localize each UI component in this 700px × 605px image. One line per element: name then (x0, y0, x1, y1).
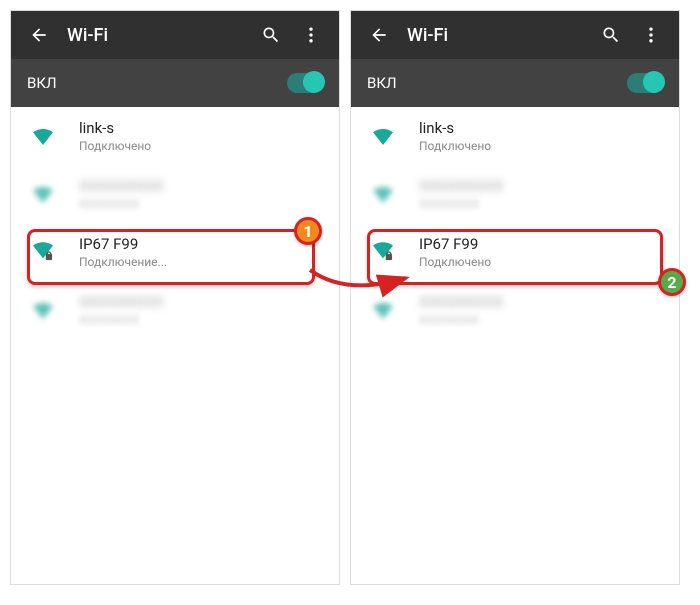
wifi-network-item[interactable]: XXXXXXXXX XXXXXXXX (11, 281, 339, 339)
network-name: IP67 F99 (419, 235, 663, 253)
toggle-label: ВКЛ (27, 74, 57, 92)
network-status: XXXXXXXX (79, 313, 323, 327)
wifi-switch[interactable] (627, 73, 663, 93)
wifi-network-list: link-s Подключено XXXXXXXXX XXXXXXXX I (11, 107, 339, 584)
back-icon[interactable] (359, 15, 399, 55)
wifi-signal-lock-icon (27, 242, 59, 262)
wifi-network-item[interactable]: link-s Подключено (11, 107, 339, 165)
phone-screen-left: Wi-Fi ВКЛ link-s Подключено (10, 10, 340, 585)
wifi-signal-icon (367, 185, 399, 203)
wifi-network-list: link-s Подключено XXXXXXXXX XXXXXXXX I (351, 107, 679, 584)
page-title: Wi-Fi (59, 25, 251, 46)
wifi-toggle-row[interactable]: ВКЛ (11, 59, 339, 107)
toolbar: Wi-Fi (351, 11, 679, 59)
wifi-toggle-row[interactable]: ВКЛ (351, 59, 679, 107)
network-name: link-s (79, 119, 323, 137)
network-status: Подключение... (79, 255, 323, 269)
search-icon[interactable] (251, 15, 291, 55)
wifi-signal-icon (27, 127, 59, 145)
annotation-callout-1: 1 (294, 217, 322, 245)
network-status: XXXXXXXX (419, 197, 663, 211)
phone-screen-right: Wi-Fi ВКЛ link-s Подключено (350, 10, 680, 585)
wifi-network-item-highlighted[interactable]: IP67 F99 Подключено (351, 223, 679, 281)
toggle-label: ВКЛ (367, 74, 397, 92)
network-name: XXXXXXXXX (79, 293, 323, 311)
back-icon[interactable] (19, 15, 59, 55)
wifi-signal-icon (27, 185, 59, 203)
wifi-network-item[interactable]: link-s Подключено (351, 107, 679, 165)
wifi-signal-icon (367, 127, 399, 145)
wifi-signal-lock-icon (367, 242, 399, 262)
network-name: XXXXXXXXX (419, 293, 663, 311)
toolbar: Wi-Fi (11, 11, 339, 59)
page-title: Wi-Fi (399, 25, 591, 46)
search-icon[interactable] (591, 15, 631, 55)
network-status: XXXXXXXX (79, 197, 323, 211)
network-status: XXXXXXXX (419, 313, 663, 327)
wifi-network-item-highlighted[interactable]: IP67 F99 Подключение... (11, 223, 339, 281)
network-status: Подключено (419, 139, 663, 153)
wifi-signal-icon (367, 301, 399, 319)
network-status: Подключено (419, 255, 663, 269)
wifi-network-item[interactable]: XXXXXXXXX XXXXXXXX (351, 165, 679, 223)
wifi-network-item[interactable]: XXXXXXXXX XXXXXXXX (11, 165, 339, 223)
overflow-menu-icon[interactable] (631, 15, 671, 55)
network-name: IP67 F99 (79, 235, 323, 253)
wifi-switch[interactable] (287, 73, 323, 93)
network-name: XXXXXXXXX (79, 177, 323, 195)
overflow-menu-icon[interactable] (291, 15, 331, 55)
network-name: link-s (419, 119, 663, 137)
network-status: Подключено (79, 139, 323, 153)
wifi-signal-icon (27, 301, 59, 319)
wifi-network-item[interactable]: XXXXXXXXX XXXXXXXX (351, 281, 679, 339)
annotation-callout-2: 2 (658, 268, 686, 296)
network-name: XXXXXXXXX (419, 177, 663, 195)
